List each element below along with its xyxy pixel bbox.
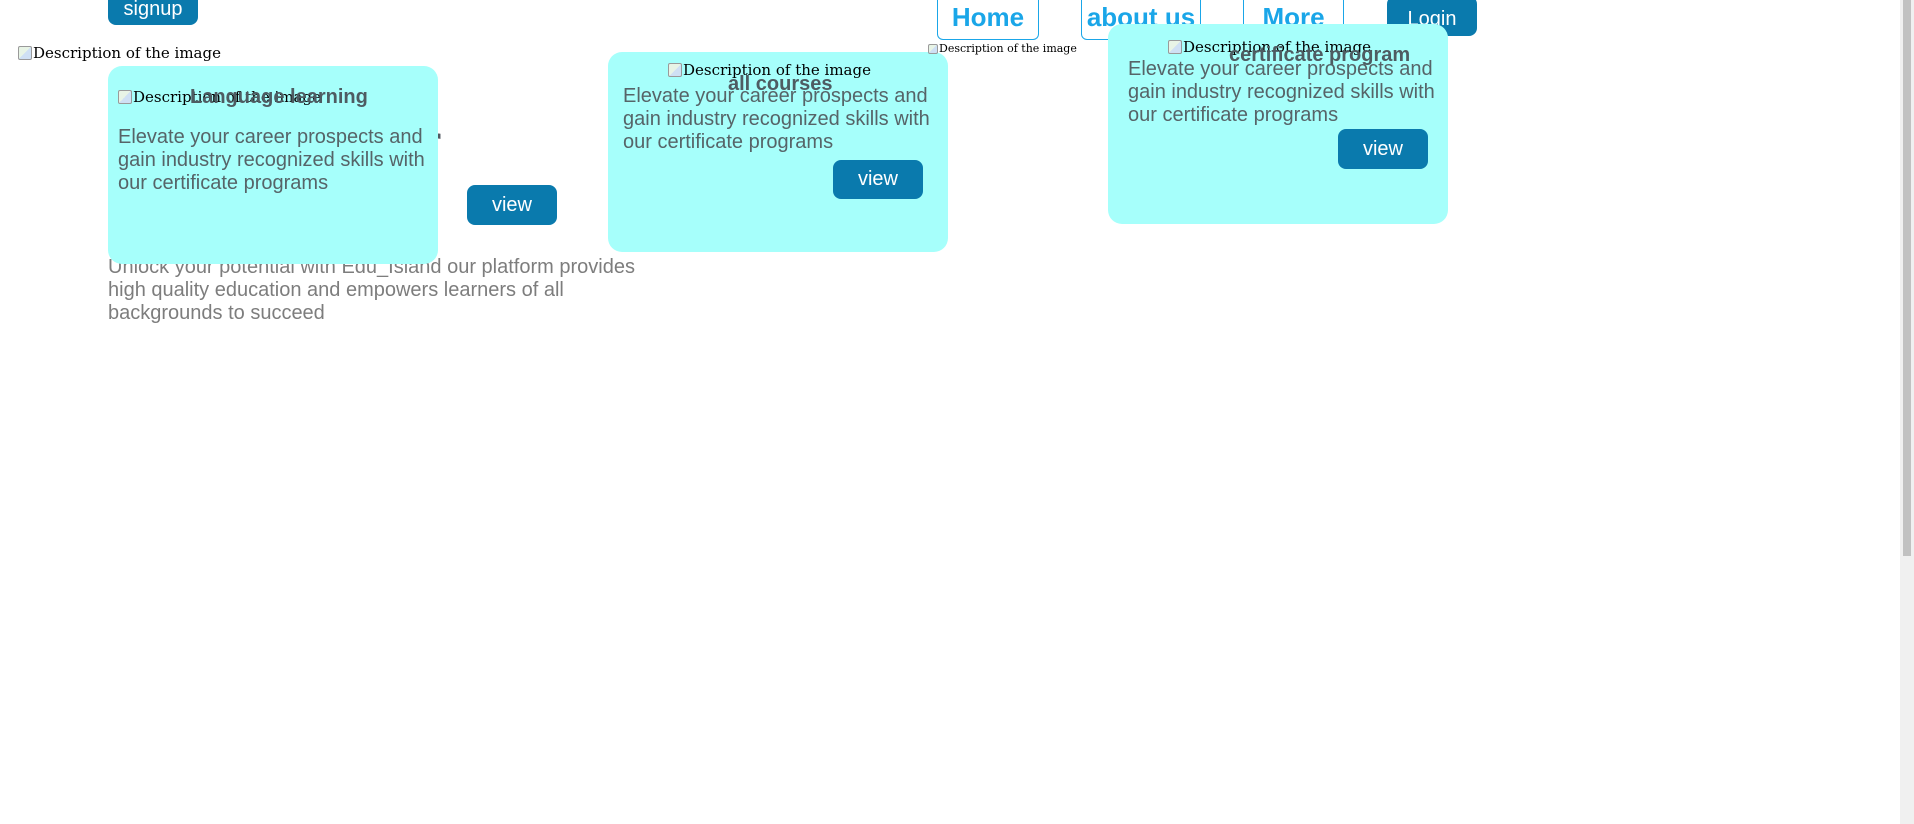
nav-image-alt: Description of the image <box>939 42 1077 55</box>
card-certificate-program-text: Elevate your career prospects and gain i… <box>1128 58 1435 126</box>
broken-image-icon <box>118 90 132 104</box>
logo-image: Description of the image <box>18 44 221 62</box>
hero-view-button[interactable]: view <box>467 185 557 225</box>
broken-image-icon <box>18 46 32 60</box>
broken-image-icon <box>928 43 938 54</box>
card-certificate-program-view-button[interactable]: view <box>1338 129 1428 169</box>
signup-button[interactable]: signup <box>108 0 198 25</box>
vertical-scrollbar[interactable] <box>1900 0 1914 824</box>
card-language-learning-title: Language learning <box>190 86 368 108</box>
broken-image-icon <box>1168 40 1182 54</box>
broken-image-icon <box>668 63 682 77</box>
scrollbar-thumb[interactable] <box>1903 0 1911 556</box>
card-all-courses-view-button[interactable]: view <box>833 160 923 199</box>
hero-description: Unlock your potential with Edu_Island ou… <box>108 256 635 324</box>
card-language-learning-text: Elevate your career prospects and gain i… <box>118 126 425 194</box>
logo-image-alt: Description of the image <box>33 44 221 62</box>
nav-home-link[interactable]: Home <box>937 0 1039 40</box>
nav-image: Description of the image <box>928 42 1077 55</box>
card-all-courses-text: Elevate your career prospects and gain i… <box>623 85 930 153</box>
